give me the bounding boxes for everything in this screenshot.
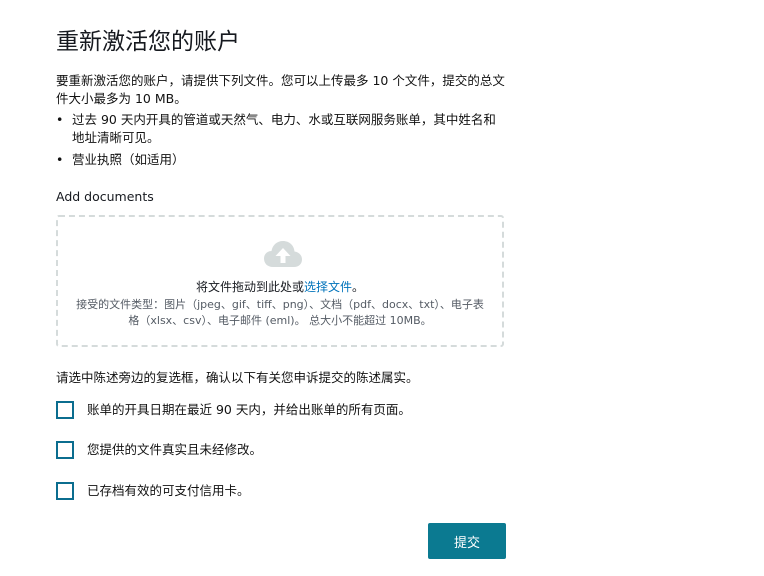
choose-files-link[interactable]: 选择文件 <box>304 280 352 294</box>
add-documents-label: Add documents <box>56 189 154 204</box>
page-title: 重新激活您的账户 <box>56 29 240 55</box>
requirements-list: • 过去 90 天内开具的管道或天然气、电力、水或互联网服务账单，其中姓名和地址… <box>56 111 506 173</box>
confirm-instruction: 请选中陈述旁边的复选框，确认以下有关您申诉提交的陈述属实。 <box>56 370 419 385</box>
checkbox-label: 账单的开具日期在最近 90 天内，并给出账单的所有页面。 <box>87 402 411 417</box>
checkbox-label: 您提供的文件真实且未经修改。 <box>87 442 263 457</box>
intro-text: 要重新激活您的账户，请提供下列文件。您可以上传最多 10 个文件，提交的总文件大… <box>56 73 505 106</box>
cloud-upload-icon <box>264 241 302 267</box>
checkbox-row-bill-date[interactable]: 账单的开具日期在最近 90 天内，并给出账单的所有页面。 <box>56 400 411 420</box>
drop-suffix: 。 <box>352 280 365 294</box>
drop-instruction: 将文件拖动到此处或 <box>195 280 304 294</box>
accepted-file-types: 接受的文件类型：图片（jpeg、gif、tiff、png）、文档（pdf、doc… <box>76 298 484 327</box>
checkbox-label: 已存档有效的可支付信用卡。 <box>87 483 250 498</box>
bullet: • <box>56 112 64 127</box>
submit-button[interactable]: 提交 <box>428 523 506 559</box>
list-item: • 过去 90 天内开具的管道或天然气、电力、水或互联网服务账单，其中姓名和地址… <box>56 111 506 147</box>
dropzone-text: 将文件拖动到此处或选择文件。 <box>58 279 502 295</box>
list-item: • 营业执照（如适用） <box>56 151 506 169</box>
file-dropzone[interactable]: 将文件拖动到此处或选择文件。 接受的文件类型：图片（jpeg、gif、tiff、… <box>56 215 504 347</box>
documents-authentic-checkbox[interactable] <box>56 441 74 459</box>
requirement-text: 过去 90 天内开具的管道或天然气、电力、水或互联网服务账单，其中姓名和地址清晰… <box>72 112 496 145</box>
checkbox-row-credit-card[interactable]: 已存档有效的可支付信用卡。 <box>56 481 250 501</box>
credit-card-checkbox[interactable] <box>56 482 74 500</box>
bill-date-checkbox[interactable] <box>56 401 74 419</box>
checkbox-row-documents-authentic[interactable]: 您提供的文件真实且未经修改。 <box>56 440 262 460</box>
requirement-text: 营业执照（如适用） <box>72 152 185 167</box>
bullet: • <box>56 152 64 167</box>
